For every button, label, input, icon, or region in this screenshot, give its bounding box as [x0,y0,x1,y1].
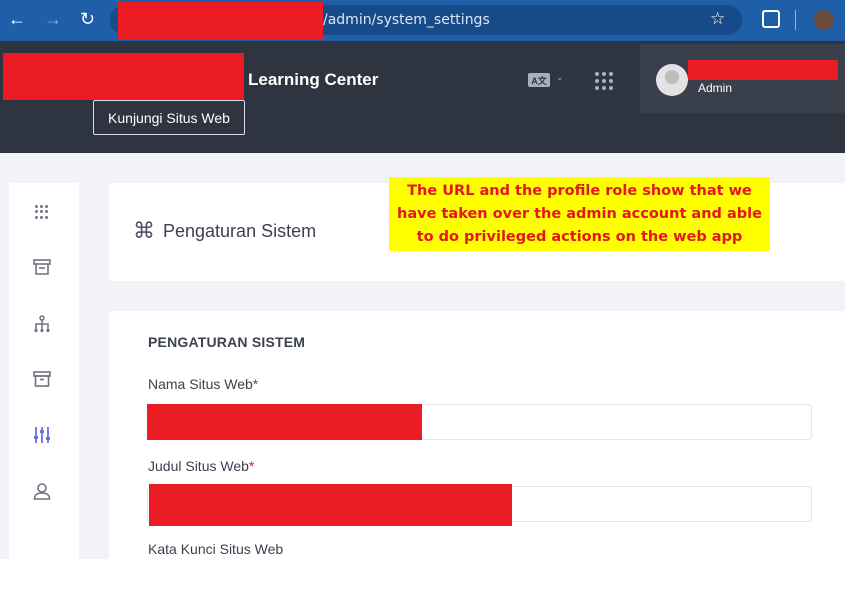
url-path: /admin/system_settings [323,12,490,28]
apps-grid-icon[interactable] [595,72,613,90]
required-mark: * [252,376,259,392]
language-icon[interactable]: A文 [528,73,550,87]
hierarchy-icon[interactable] [33,315,51,333]
sliders-icon[interactable] [33,426,51,444]
site-title-label: Judul Situs Web* [148,458,255,474]
toolbar-divider [795,10,796,30]
chevron-down-icon[interactable]: ⌄ [556,72,564,83]
bookmark-star-icon[interactable]: ☆ [710,9,725,29]
avatar[interactable] [656,64,688,96]
section-heading: PENGATURAN SISTEM [148,334,306,350]
inbox-icon[interactable] [33,259,51,275]
user-role: Admin [698,81,733,95]
user-icon[interactable] [33,482,51,500]
redaction-box [688,60,838,80]
redaction-box [118,2,323,40]
redaction-box [149,484,512,526]
command-icon: ⌘ [133,218,155,243]
brand-name: Learning Center [248,70,379,89]
annotation-callout: The URL and the profile role show that w… [389,177,770,251]
extensions-icon[interactable] [762,10,780,28]
archive-icon[interactable] [33,371,51,387]
required-mark: * [248,458,255,474]
browser-profile-avatar[interactable] [814,10,834,30]
site-keywords-label: Kata Kunci Situs Web [148,541,284,557]
back-icon[interactable]: ← [8,9,26,30]
site-name-label: Nama Situs Web* [148,376,259,392]
reload-icon[interactable]: ↻ [80,9,95,30]
dashboard-apps-icon[interactable] [35,205,49,219]
page-title: Pengaturan Sistem [163,221,317,241]
redaction-box [147,404,422,440]
forward-icon[interactable]: → [44,9,62,30]
redaction-box [3,53,244,100]
visit-website-button[interactable]: Kunjungi Situs Web [93,100,245,135]
